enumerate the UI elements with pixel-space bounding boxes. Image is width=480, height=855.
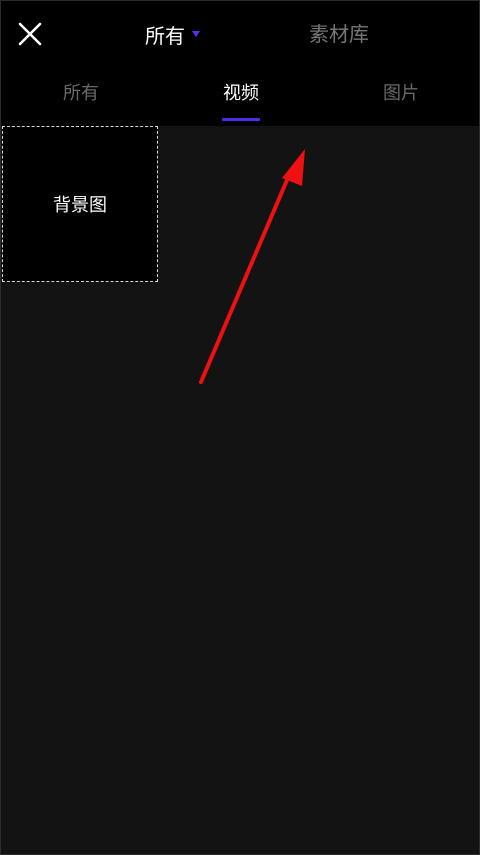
- active-tab-indicator: [222, 118, 260, 121]
- close-button[interactable]: [17, 21, 43, 47]
- media-grid: 背景图: [1, 126, 479, 854]
- tab-all-label: 所有: [63, 83, 99, 104]
- caret-down-icon: [192, 31, 200, 37]
- media-picker-screen: 所有 素材库 所有 视频 图片 背景图: [0, 0, 480, 855]
- source-dropdown-label: 所有: [145, 23, 185, 48]
- source-dropdown[interactable]: 所有: [145, 19, 200, 49]
- material-library-tab[interactable]: 素材库: [309, 19, 369, 49]
- tab-video[interactable]: 视频: [161, 67, 321, 126]
- media-type-tabs: 所有 视频 图片: [1, 67, 479, 126]
- top-bar: 所有 素材库: [1, 1, 479, 67]
- close-icon: [18, 22, 42, 46]
- background-image-tile-label: 背景图: [53, 195, 107, 216]
- tab-video-label: 视频: [223, 83, 259, 104]
- tab-all[interactable]: 所有: [1, 67, 161, 126]
- background-image-tile[interactable]: 背景图: [2, 126, 158, 282]
- tab-image[interactable]: 图片: [321, 67, 479, 126]
- tab-image-label: 图片: [383, 83, 419, 104]
